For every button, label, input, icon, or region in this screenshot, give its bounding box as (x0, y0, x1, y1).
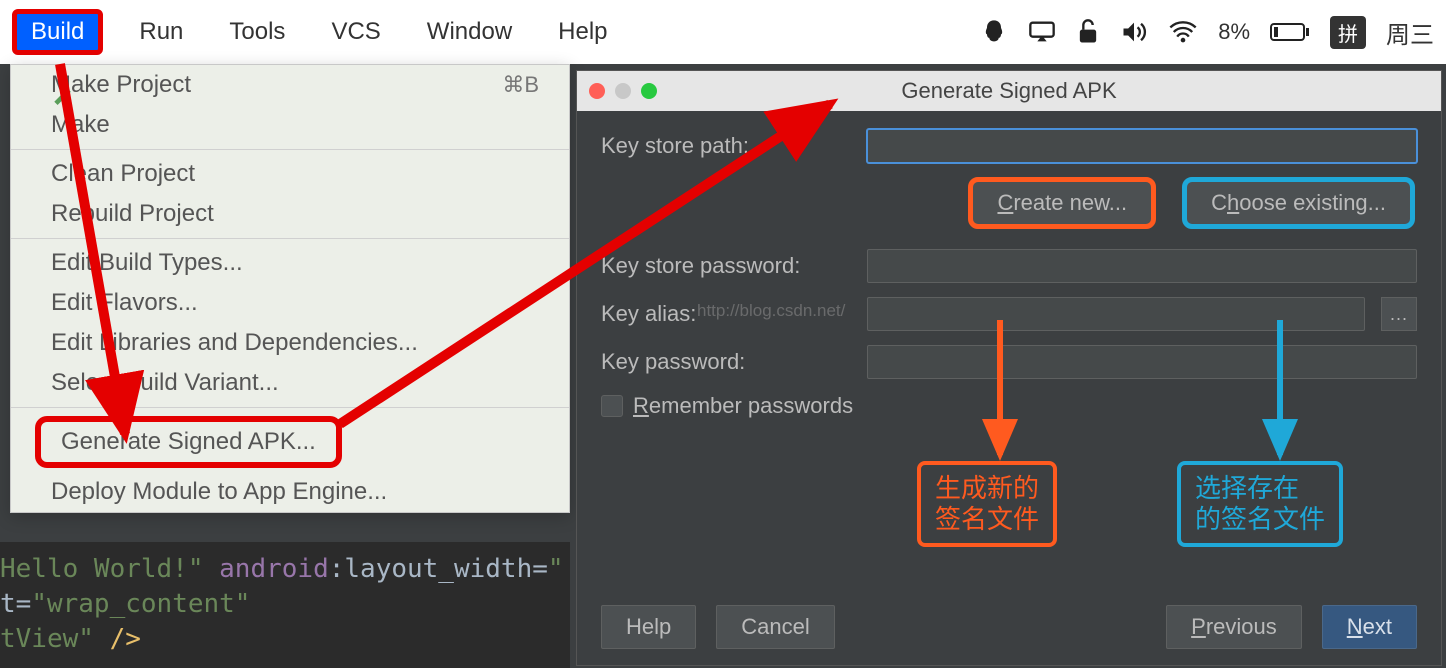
menu-tools[interactable]: Tools (219, 12, 295, 52)
wifi-icon[interactable] (1168, 20, 1198, 44)
battery-percentage: 8% (1218, 19, 1250, 45)
key-password-label: Key password: (601, 349, 851, 375)
menu-vcs[interactable]: VCS (321, 12, 390, 52)
keystore-password-input[interactable] (867, 249, 1417, 283)
keystore-password-label: Key store password: (601, 253, 851, 279)
dialog-titlebar[interactable]: Generate Signed APK (577, 71, 1441, 111)
remember-passwords-checkbox[interactable] (601, 395, 623, 417)
day-label: 周三 (1386, 15, 1434, 50)
qq-icon[interactable] (980, 18, 1008, 46)
menu-separator (11, 149, 569, 150)
choose-existing-button[interactable]: Choose existing... (1182, 177, 1415, 229)
menu-item-make[interactable]: Make (11, 105, 569, 145)
generate-signed-apk-dialog: Generate Signed APK Key store path: Crea… (576, 70, 1442, 666)
battery-icon[interactable] (1270, 22, 1310, 42)
window-minimize-button[interactable] (615, 83, 631, 99)
menu-window[interactable]: Window (417, 12, 522, 52)
help-button[interactable]: Help (601, 605, 696, 649)
keystore-path-input[interactable] (867, 129, 1417, 163)
menu-item-clean[interactable]: Clean Project (11, 154, 569, 194)
mac-menubar: Build Run Tools VCS Window Help 8% 拼 周三 (0, 0, 1446, 64)
next-button[interactable]: Next (1322, 605, 1417, 649)
window-maximize-button[interactable] (641, 83, 657, 99)
menu-item-edit-flavors[interactable]: Edit Flavors... (11, 283, 569, 323)
key-alias-browse-button[interactable]: ... (1381, 297, 1417, 331)
build-menu-dropdown: Make Project ⌘B Make Clean Project Rebui… (10, 64, 570, 513)
window-close-button[interactable] (589, 83, 605, 99)
menu-separator (11, 238, 569, 239)
menu-item-edit-libraries[interactable]: Edit Libraries and Dependencies... (11, 323, 569, 363)
ime-indicator[interactable]: 拼 (1330, 16, 1366, 49)
menu-item-deploy-app-engine[interactable]: Deploy Module to App Engine... (11, 472, 569, 512)
create-new-button[interactable]: Create new... (968, 177, 1156, 229)
menu-item-rebuild[interactable]: Rebuild Project (11, 194, 569, 234)
watermark: http://blog.csdn.net/ (697, 301, 845, 321)
lock-open-icon[interactable] (1076, 18, 1100, 46)
cancel-button[interactable]: Cancel (716, 605, 834, 649)
airplay-icon[interactable] (1028, 20, 1056, 44)
shortcut-label: ⌘B (502, 72, 539, 98)
hammer-icon (51, 83, 73, 112)
remember-passwords-label: Remember passwords (633, 393, 853, 419)
menu-help[interactable]: Help (548, 12, 617, 52)
annotation-create-new: 生成新的签名文件 (917, 461, 1057, 547)
keystore-path-label: Key store path: (601, 133, 851, 159)
key-alias-input[interactable] (867, 297, 1365, 331)
volume-icon[interactable] (1120, 20, 1148, 44)
menu-item-edit-build-types[interactable]: Edit Build Types... (11, 243, 569, 283)
menu-build[interactable]: Build (12, 9, 103, 55)
code-editor-fragment: Hello World!" android:layout_width=" t="… (0, 542, 570, 668)
annotation-choose-existing: 选择存在的签名文件 (1177, 461, 1343, 547)
previous-button[interactable]: Previous (1166, 605, 1302, 649)
key-password-input[interactable] (867, 345, 1417, 379)
menu-separator (11, 407, 569, 408)
menu-item-generate-signed-apk[interactable]: Generate Signed APK... (35, 416, 342, 468)
menu-run[interactable]: Run (129, 12, 193, 52)
menu-item-select-variant[interactable]: Select Build Variant... (11, 363, 569, 403)
dialog-title: Generate Signed APK (901, 78, 1116, 104)
menu-item-make-project[interactable]: Make Project ⌘B (11, 65, 569, 105)
